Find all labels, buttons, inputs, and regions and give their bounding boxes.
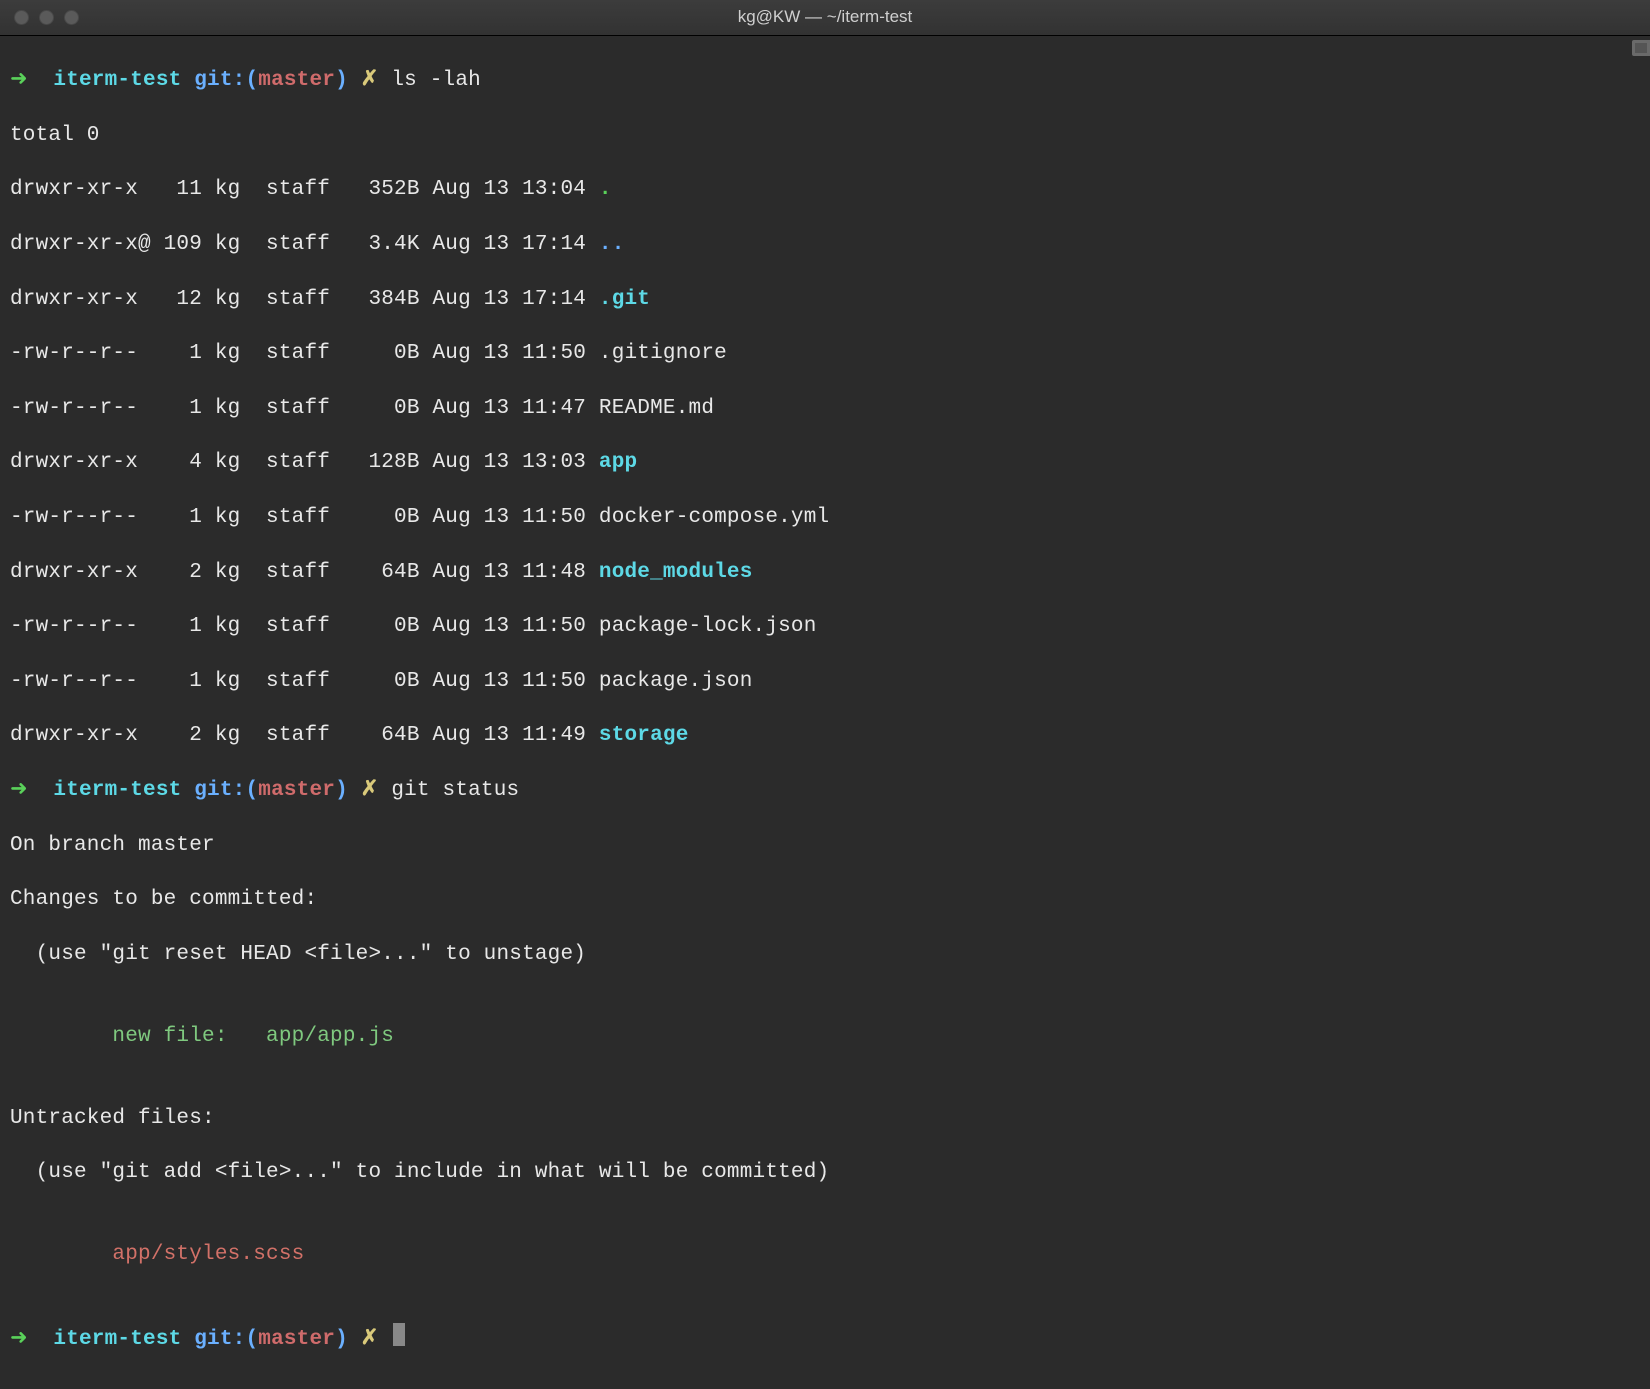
status-line: (use "git reset HEAD <file>..." to unsta… (10, 941, 1640, 968)
prompt-arrow-icon: ➜ (10, 779, 28, 802)
prompt-git-label: git:( (194, 1328, 258, 1351)
ls-row: drwxr-xr-x 4 kg staff 128B Aug 13 13:03 (10, 451, 599, 474)
window-title: kg@KW — ~/iterm-test (0, 6, 1650, 28)
prompt-arrow-icon: ➜ (10, 1328, 28, 1351)
status-line: On branch master (10, 832, 1640, 859)
prompt-git-label: git:( (194, 779, 258, 802)
ls-name-dot: . (599, 178, 612, 201)
ls-row: -rw-r--r-- 1 kg staff 0B Aug 13 11:50 (10, 342, 599, 365)
ls-row: -rw-r--r-- 1 kg staff 0B Aug 13 11:50 (10, 615, 599, 638)
ls-row: drwxr-xr-x 2 kg staff 64B Aug 13 11:48 (10, 561, 599, 584)
ls-row: drwxr-xr-x 12 kg staff 384B Aug 13 17:14 (10, 288, 599, 311)
prompt-dirty-icon: ✗ (361, 1328, 379, 1351)
ls-row: drwxr-xr-x@ 109 kg staff 3.4K Aug 13 17:… (10, 233, 599, 256)
prompt-close-paren: ) (335, 779, 348, 802)
ls-name-package: package.json (599, 670, 753, 693)
ls-row: -rw-r--r-- 1 kg staff 0B Aug 13 11:50 (10, 670, 599, 693)
ls-name-git: .git (599, 288, 650, 311)
ls-row: -rw-r--r-- 1 kg staff 0B Aug 13 11:50 (10, 506, 599, 529)
prompt-dirty-icon: ✗ (361, 69, 379, 92)
ls-name-docker: docker-compose.yml (599, 506, 829, 529)
ls-name-app: app (599, 451, 637, 474)
ls-name-package-lock: package-lock.json (599, 615, 817, 638)
terminal-output[interactable]: ➜ iterm-test git:(master) ✗ ls -lah tota… (0, 36, 1650, 1389)
command-2: git status (391, 779, 519, 802)
prompt-dir: iterm-test (53, 779, 181, 802)
ls-name-storage: storage (599, 724, 689, 747)
ls-row: drwxr-xr-x 2 kg staff 64B Aug 13 11:49 (10, 724, 599, 747)
ls-name-dotdot: .. (599, 233, 625, 256)
status-line: Changes to be committed: (10, 886, 1640, 913)
prompt-branch: master (258, 1328, 335, 1351)
status-line: Untracked files: (10, 1105, 1640, 1132)
status-new-file: new file: app/app.js (10, 1023, 1640, 1050)
prompt-arrow-icon: ➜ (10, 69, 28, 92)
prompt-git-label: git:( (194, 69, 258, 92)
window-titlebar: kg@KW — ~/iterm-test (0, 0, 1650, 36)
command-1: ls -lah (391, 69, 481, 92)
prompt-close-paren: ) (335, 1328, 348, 1351)
panes-indicator-icon[interactable] (1632, 40, 1650, 56)
status-untracked-file: app/styles.scss (10, 1241, 1640, 1268)
ls-row: drwxr-xr-x 11 kg staff 352B Aug 13 13:04 (10, 178, 599, 201)
prompt-branch: master (258, 69, 335, 92)
status-line: (use "git add <file>..." to include in w… (10, 1159, 1640, 1186)
ls-row: -rw-r--r-- 1 kg staff 0B Aug 13 11:47 (10, 397, 599, 420)
ls-name-readme: README.md (599, 397, 714, 420)
prompt-dirty-icon: ✗ (361, 779, 379, 802)
prompt-dir: iterm-test (53, 1328, 181, 1351)
ls-total: total 0 (10, 122, 1640, 149)
prompt-dir: iterm-test (53, 69, 181, 92)
prompt-close-paren: ) (335, 69, 348, 92)
ls-name-gitignore: .gitignore (599, 342, 727, 365)
prompt-branch: master (258, 779, 335, 802)
cursor-block[interactable] (393, 1323, 405, 1346)
ls-name-node-modules: node_modules (599, 561, 753, 584)
